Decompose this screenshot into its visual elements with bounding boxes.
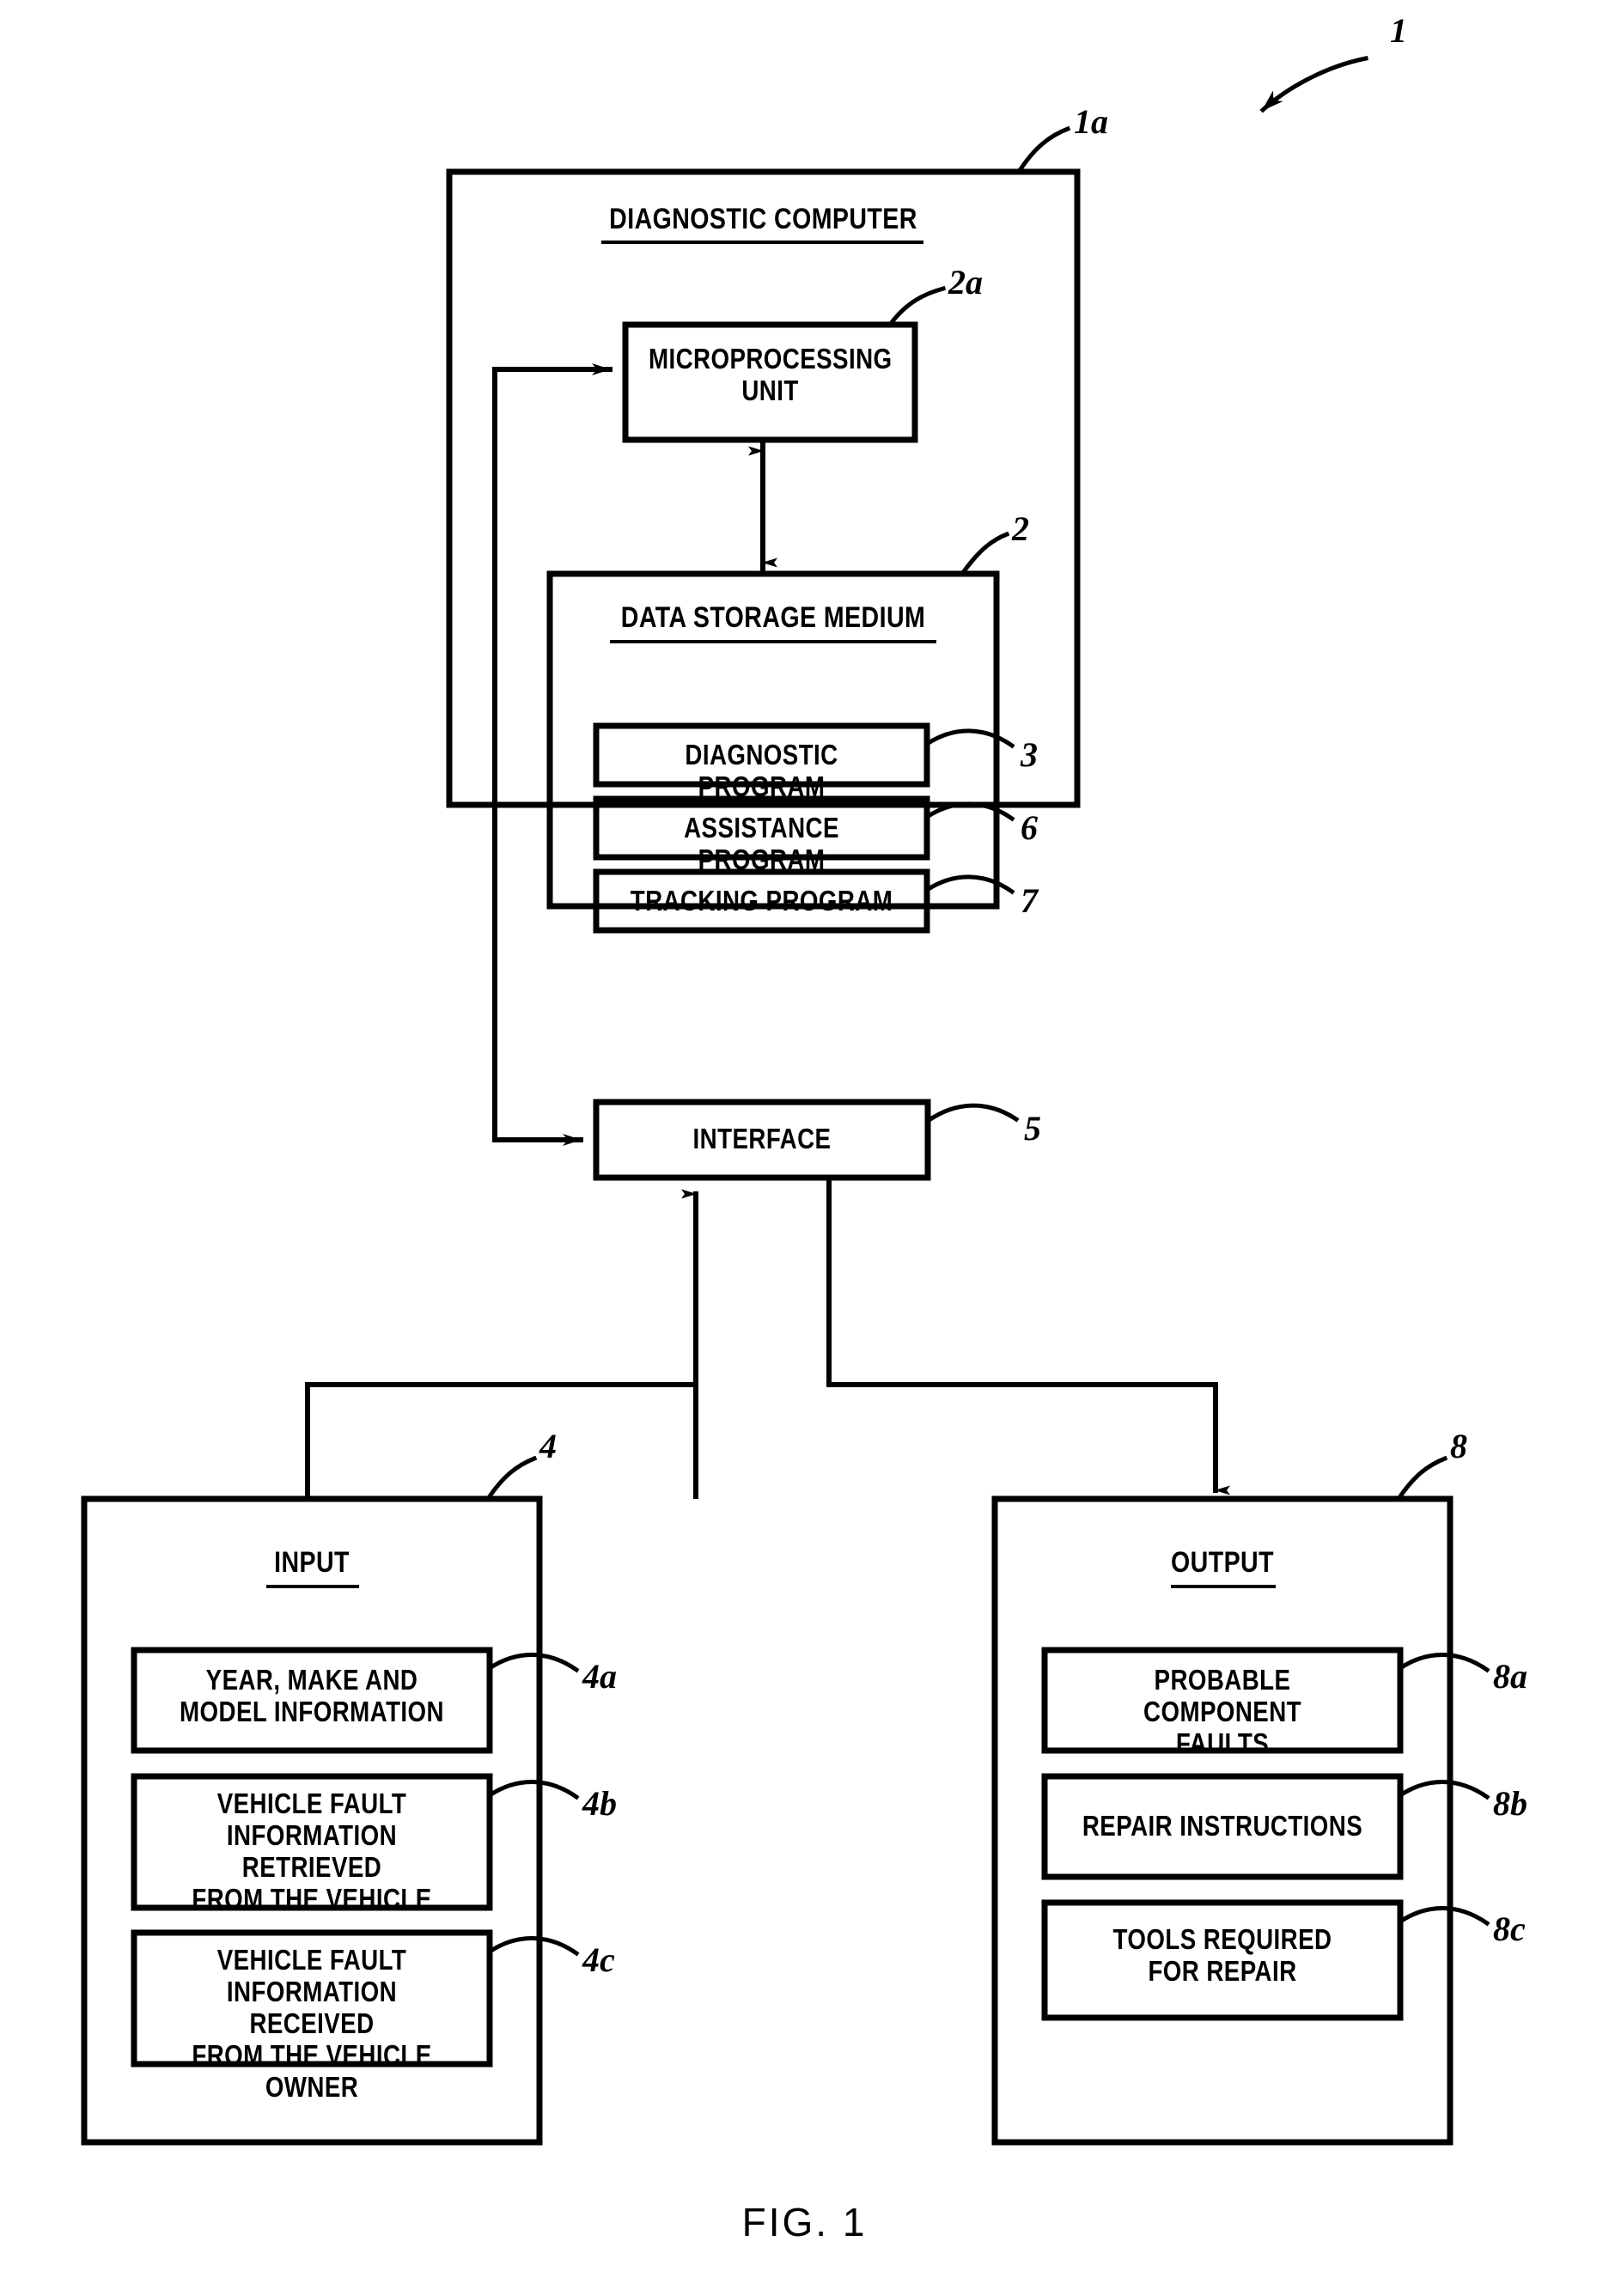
output-item-tools-required-label: TOOLS REQUIRED FOR REPAIR xyxy=(1112,1923,1332,1987)
input-title: INPUT xyxy=(274,1546,350,1579)
diagnostic-computer-title-underline xyxy=(601,241,923,244)
reference-4: 4 xyxy=(539,1427,557,1465)
output-item-probable-faults-label: PROBABLE COMPONENT FAULTS xyxy=(1143,1664,1301,1759)
reference-8b: 8b xyxy=(1493,1784,1527,1823)
reference-2a: 2a xyxy=(948,263,983,301)
input-item-fault-from-vehicle-label: VEHICLE FAULT INFORMATION RETRIEVED FROM… xyxy=(192,1787,432,1915)
reference-8: 8 xyxy=(1450,1427,1467,1465)
reference-7: 7 xyxy=(1021,881,1038,920)
data-storage-medium-title-underline xyxy=(610,640,936,643)
reference-1: 1 xyxy=(1390,11,1407,50)
diagnostic-program-label: DIAGNOSTIC PROGRAM xyxy=(685,739,838,802)
interface-label: INTERFACE xyxy=(692,1123,832,1154)
output-item-repair-instructions-label: REPAIR INSTRUCTIONS xyxy=(1082,1810,1363,1842)
assistance-program-label: ASSISTANCE PROGRAM xyxy=(684,812,839,875)
patent-figure: 1 DIAGNOSTIC COMPUTER 1a MICROPROCESSING… xyxy=(0,0,1609,2296)
input-item-year-make-model-label: YEAR, MAKE AND MODEL INFORMATION xyxy=(180,1664,444,1727)
output-title-underline xyxy=(1171,1585,1276,1588)
tracking-program-label: TRACKING PROGRAM xyxy=(630,885,893,917)
reference-4b: 4b xyxy=(582,1784,617,1823)
reference-5: 5 xyxy=(1024,1109,1041,1148)
input-item-fault-from-owner-label: VEHICLE FAULT INFORMATION RECEIVED FROM … xyxy=(192,1944,432,2103)
reference-8c: 8c xyxy=(1493,1909,1526,1948)
input-title-underline xyxy=(266,1585,359,1588)
output-title: OUTPUT xyxy=(1171,1546,1274,1579)
figure-caption: FIG. 1 xyxy=(741,2200,868,2244)
reference-1a: 1a xyxy=(1074,102,1108,141)
reference-6: 6 xyxy=(1021,808,1038,847)
reference-4a: 4a xyxy=(582,1657,617,1696)
reference-4c: 4c xyxy=(582,1940,615,1979)
reference-2: 2 xyxy=(1012,509,1029,548)
diagnostic-computer-title: DIAGNOSTIC COMPUTER xyxy=(609,203,917,235)
reference-8a: 8a xyxy=(1493,1657,1527,1696)
data-storage-medium-title: DATA STORAGE MEDIUM xyxy=(620,601,926,634)
reference-3: 3 xyxy=(1021,735,1038,774)
microprocessing-unit-label: MICROPROCESSING UNIT xyxy=(648,343,893,406)
